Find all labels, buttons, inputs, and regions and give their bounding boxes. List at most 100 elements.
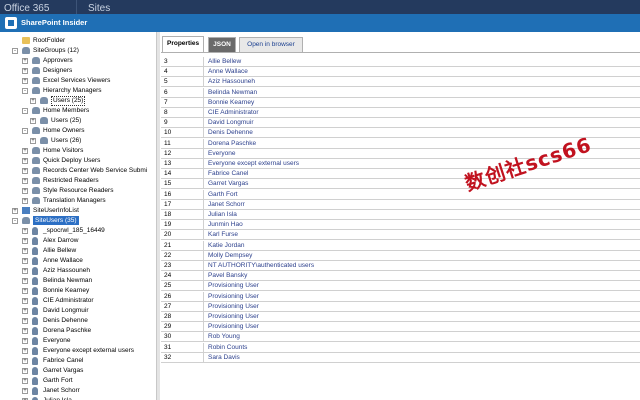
table-row[interactable]: 18 Julian Isla: [161, 210, 640, 220]
tree-item[interactable]: + Translation Managers: [0, 196, 156, 206]
tree-item[interactable]: + Approvers: [0, 56, 156, 66]
table-row[interactable]: 17 Janet Schorr: [161, 199, 640, 210]
table-row[interactable]: 30 Rob Young: [161, 332, 640, 343]
tree-item[interactable]: + Bonnie Kearney: [0, 286, 156, 296]
tab-json[interactable]: JSON: [208, 37, 236, 52]
tree-item[interactable]: + Denis Dehenne: [0, 316, 156, 326]
collapse-icon[interactable]: -: [12, 48, 18, 54]
table-row[interactable]: 15 Garret Vargas: [161, 179, 640, 190]
tree-item[interactable]: + Everyone: [0, 336, 156, 346]
table-row[interactable]: 28 Provisioning User: [161, 312, 640, 322]
table-row[interactable]: 5 Aziz Hassouneh: [161, 77, 640, 88]
expand-icon[interactable]: +: [22, 338, 28, 344]
row-name-cell[interactable]: Bonnie Kearney: [208, 99, 254, 106]
table-row[interactable]: 32 Sara Davis: [161, 352, 640, 363]
tree-item[interactable]: + Anne Wallace: [0, 256, 156, 266]
row-name-cell[interactable]: Rob Young: [208, 333, 240, 340]
table-row[interactable]: 25 Provisioning User: [161, 281, 640, 292]
tab-properties[interactable]: Properties: [162, 36, 204, 52]
expand-icon[interactable]: +: [22, 238, 28, 244]
sites-tab[interactable]: Sites: [88, 3, 110, 14]
tree-item[interactable]: + Excel Services Viewers: [0, 76, 156, 86]
expand-icon[interactable]: +: [22, 68, 28, 74]
collapse-icon[interactable]: -: [22, 108, 28, 114]
expand-icon[interactable]: +: [22, 188, 28, 194]
row-name-cell[interactable]: CIE Administrator: [208, 109, 259, 116]
row-name-cell[interactable]: Provisioning User: [208, 323, 259, 330]
row-name-cell[interactable]: Belinda Newman: [208, 89, 257, 96]
expand-icon[interactable]: +: [30, 98, 36, 104]
row-name-cell[interactable]: NT AUTHORITY\authenticated users: [208, 262, 314, 269]
tree-item[interactable]: - SiteGroups (12): [0, 46, 156, 56]
tree-item[interactable]: + Everyone except external users: [0, 346, 156, 356]
tree-item[interactable]: - Hierarchy Managers: [0, 86, 156, 96]
row-name-cell[interactable]: Provisioning User: [208, 293, 259, 300]
table-row[interactable]: 24 Pavel Bansky: [161, 271, 640, 282]
row-name-cell[interactable]: Karl Furse: [208, 231, 238, 238]
expand-icon[interactable]: +: [30, 138, 36, 144]
expand-icon[interactable]: +: [22, 258, 28, 264]
expand-icon[interactable]: +: [22, 228, 28, 234]
tree-item[interactable]: - Home Members: [0, 106, 156, 116]
expand-icon[interactable]: +: [22, 358, 28, 364]
collapse-icon[interactable]: -: [12, 218, 18, 224]
table-row[interactable]: 16 Garth Fort: [161, 189, 640, 200]
row-name-cell[interactable]: Provisioning User: [208, 303, 259, 310]
tree-item[interactable]: + Home Visitors: [0, 146, 156, 156]
expand-icon[interactable]: +: [22, 78, 28, 84]
tree-item[interactable]: + Fabrice Canel: [0, 356, 156, 366]
row-name-cell[interactable]: Fabrice Canel: [208, 170, 248, 177]
tree-item[interactable]: + Garret Vargas: [0, 366, 156, 376]
tree-item[interactable]: - Home Owners: [0, 126, 156, 136]
tree-item[interactable]: + _spocrwl_185_16449: [0, 226, 156, 236]
row-name-cell[interactable]: Garth Fort: [208, 191, 238, 198]
row-name-cell[interactable]: Junmin Hao: [208, 221, 243, 228]
expand-icon[interactable]: +: [22, 288, 28, 294]
tab-open-in-browser[interactable]: Open in browser: [239, 37, 303, 52]
row-name-cell[interactable]: Janet Schorr: [208, 201, 245, 208]
table-row[interactable]: 8 CIE Administrator: [161, 108, 640, 118]
table-row[interactable]: 6 Belinda Newman: [161, 87, 640, 98]
row-name-cell[interactable]: Aziz Hassouneh: [208, 78, 255, 85]
row-name-cell[interactable]: Katie Jordan: [208, 242, 245, 249]
table-row[interactable]: 3 Allie Bellew: [161, 57, 640, 67]
expand-icon[interactable]: +: [22, 168, 28, 174]
tree-item[interactable]: + Janet Schorr: [0, 386, 156, 396]
tree-item[interactable]: + Garth Fort: [0, 376, 156, 386]
expand-icon[interactable]: +: [22, 348, 28, 354]
expand-icon[interactable]: +: [22, 178, 28, 184]
row-name-cell[interactable]: Sara Davis: [208, 354, 240, 361]
expand-icon[interactable]: +: [22, 388, 28, 394]
tree-item[interactable]: + SiteUserInfoList: [0, 206, 156, 216]
expand-icon[interactable]: +: [22, 58, 28, 64]
tree-item[interactable]: + Dorena Paschke: [0, 326, 156, 336]
tree-item[interactable]: RootFolder: [0, 36, 156, 46]
table-row[interactable]: 23 NT AUTHORITY\authenticated users: [161, 261, 640, 271]
tree-item[interactable]: + Restricted Readers: [0, 176, 156, 186]
tree-item[interactable]: + Designers: [0, 66, 156, 76]
row-name-cell[interactable]: Robin Counts: [208, 344, 247, 351]
expand-icon[interactable]: +: [22, 378, 28, 384]
expand-icon[interactable]: +: [22, 158, 28, 164]
table-row[interactable]: 27 Provisioning User: [161, 301, 640, 312]
table-row[interactable]: 19 Junmin Hao: [161, 220, 640, 231]
expand-icon[interactable]: +: [22, 248, 28, 254]
expand-icon[interactable]: +: [22, 268, 28, 274]
row-name-cell[interactable]: Provisioning User: [208, 282, 259, 289]
table-row[interactable]: 20 Karl Furse: [161, 230, 640, 241]
row-name-cell[interactable]: Anne Wallace: [208, 68, 248, 75]
table-row[interactable]: 26 Provisioning User: [161, 291, 640, 302]
row-name-cell[interactable]: David Longmuir: [208, 119, 254, 126]
expand-icon[interactable]: +: [22, 278, 28, 284]
table-row[interactable]: 31 Robin Counts: [161, 342, 640, 353]
tree-item[interactable]: + Belinda Newman: [0, 276, 156, 286]
table-row[interactable]: 4 Anne Wallace: [161, 67, 640, 78]
tree-item[interactable]: +Julian Isla: [0, 396, 156, 400]
tree-item[interactable]: + Users (25): [0, 96, 156, 106]
row-name-cell[interactable]: Dorena Paschke: [208, 140, 256, 147]
expand-icon[interactable]: +: [22, 298, 28, 304]
collapse-icon[interactable]: -: [22, 88, 28, 94]
table-row[interactable]: 14 Fabrice Canel: [161, 169, 640, 180]
tree-item[interactable]: + Style Resource Readers: [0, 186, 156, 196]
expand-icon[interactable]: +: [22, 368, 28, 374]
